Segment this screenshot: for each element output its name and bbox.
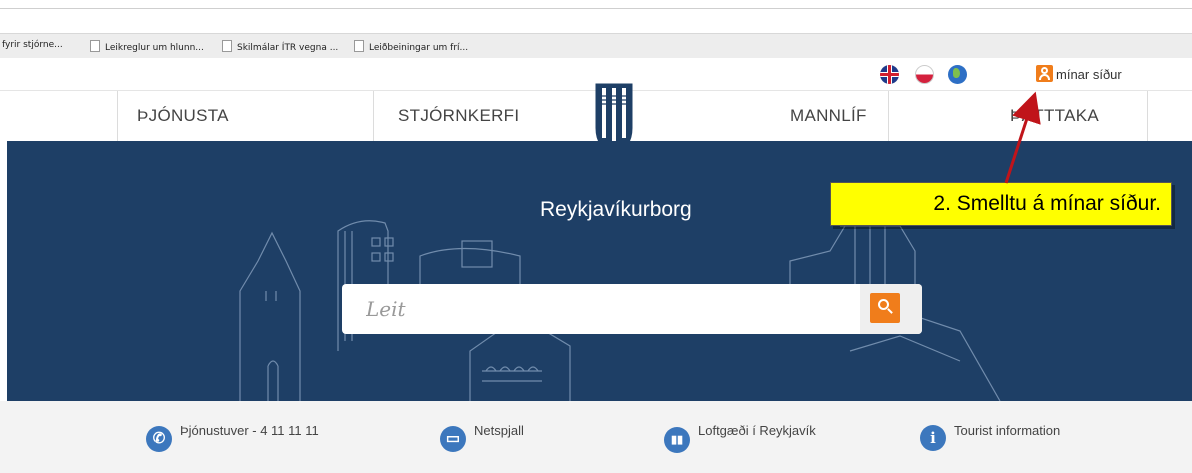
service-center-link[interactable]: ✆ Þjónustuver - 4 11 11 11 — [146, 423, 319, 452]
nav-item-thjonusta[interactable]: ÞJÓNUSTA — [137, 106, 229, 126]
person-icon — [1036, 65, 1053, 82]
globe-icon[interactable] — [948, 65, 967, 84]
chat-bubble-icon: ▭ — [440, 426, 466, 452]
search-box — [342, 284, 922, 334]
my-pages-label: mínar síður — [1056, 67, 1122, 82]
poland-flag-icon[interactable] — [915, 65, 934, 84]
search-icon — [870, 293, 900, 323]
page-icon — [222, 40, 232, 52]
air-quality-label: Loftgæði í Reykjavík — [698, 423, 816, 438]
nav-item-thatttaka[interactable]: ÞÁTTTAKA — [1010, 106, 1099, 126]
bookmark-item[interactable]: Leikreglur um hlunn... — [90, 40, 204, 53]
page-icon — [354, 40, 364, 52]
page-icon — [90, 40, 100, 52]
search-button[interactable] — [860, 284, 922, 334]
nav-item-mannlif[interactable]: MANNLÍF — [790, 106, 867, 126]
service-center-label: Þjónustuver - 4 11 11 11 — [180, 423, 319, 438]
my-pages-link[interactable]: mínar síður — [1036, 65, 1122, 84]
air-quality-link[interactable]: ▮▮ Loftgæði í Reykjavík — [664, 423, 816, 453]
bookmarks-bar: fyrir stjórne... Leikreglur um hlunn... … — [0, 33, 1192, 59]
left-edge — [0, 141, 7, 401]
bar-chart-icon: ▮▮ — [664, 427, 690, 453]
tourist-info-label: Tourist information — [954, 423, 1061, 438]
hero-banner: Reykjavíkurborg — [0, 141, 1192, 401]
window-top-border — [0, 8, 1192, 9]
city-skyline-illustration — [239, 211, 1001, 401]
bookmark-item[interactable]: Leiðbeiningar um frí... — [354, 40, 468, 53]
phone-icon: ✆ — [146, 426, 172, 452]
uk-flag-icon[interactable] — [880, 65, 899, 84]
bookmark-item[interactable]: fyrir stjórne... — [2, 40, 63, 50]
chat-label: Netspjall — [474, 423, 524, 438]
info-icon: i — [920, 425, 946, 451]
quick-links-bar: ✆ Þjónustuver - 4 11 11 11 ▭ Netspjall ▮▮ L… — [0, 401, 1192, 473]
search-input[interactable] — [342, 284, 862, 334]
bookmark-item[interactable]: Skilmálar ÍTR vegna ... — [222, 40, 338, 53]
chat-link[interactable]: ▭ Netspjall — [440, 423, 524, 452]
site-title: Reykjavíkurborg — [540, 198, 692, 221]
instruction-callout: 2. Smelltu á mínar síður. — [830, 182, 1172, 226]
tourist-info-link[interactable]: i Tourist information — [920, 423, 1060, 451]
nav-item-stjornkerfi[interactable]: STJÓRNKERFI — [398, 106, 519, 126]
callout-text: 2. Smelltu á mínar síður. — [933, 192, 1161, 215]
